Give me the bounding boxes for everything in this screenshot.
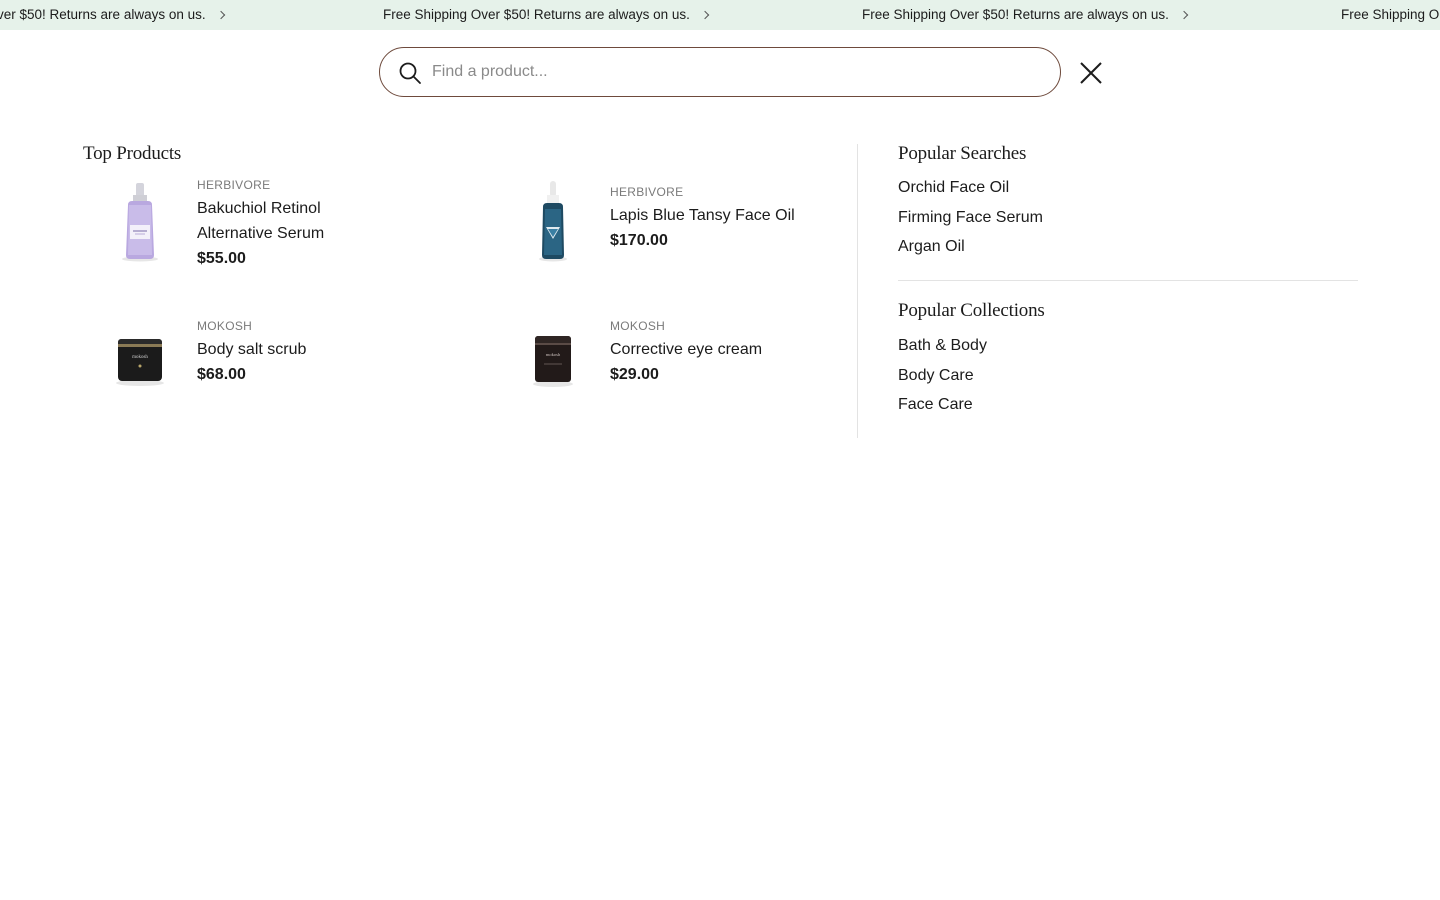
product-name[interactable]: Lapis Blue Tansy Face Oil (610, 203, 830, 228)
popular-search-link[interactable]: Firming Face Serum (898, 203, 1043, 233)
product-price: $55.00 (197, 250, 246, 267)
product-price: $68.00 (197, 366, 246, 383)
popular-collections-list: Bath & Body Body Care Face Care (898, 331, 987, 420)
product-image: mokosh (533, 336, 573, 387)
product-card[interactable]: HERBIVORE Bakuchiol Retinol Alternative … (83, 175, 423, 285)
product-image: mokosh (116, 339, 164, 386)
collection-link[interactable]: Bath & Body (898, 331, 987, 361)
popular-collections-heading: Popular Collections (898, 300, 1045, 321)
chevron-right-icon (700, 10, 710, 20)
product-name[interactable]: Corrective eye cream (610, 337, 830, 362)
announcement-link[interactable]: Free Shipping O (1341, 0, 1439, 30)
product-brand: HERBIVORE (610, 185, 684, 199)
top-products-heading: Top Products (83, 143, 182, 164)
announcement-link[interactable]: Free Shipping Over $50! Returns are alwa… (383, 0, 710, 30)
collection-link[interactable]: Body Care (898, 361, 987, 391)
announcement-link[interactable]: Free Shipping Over $50! Returns are alwa… (862, 0, 1189, 30)
search-icon[interactable] (398, 61, 422, 85)
search-input[interactable] (432, 58, 1032, 86)
close-icon[interactable] (1078, 60, 1104, 86)
product-brand: MOKOSH (197, 319, 253, 333)
product-image (122, 183, 158, 262)
product-card[interactable]: mokosh MOKOSH Body salt scrub $68.00 (83, 316, 423, 426)
svg-text:mokosh: mokosh (546, 352, 561, 357)
chevron-right-icon (1179, 10, 1189, 20)
collection-link[interactable]: Face Care (898, 390, 987, 420)
product-name[interactable]: Bakuchiol Retinol Alternative Serum (197, 196, 417, 246)
product-card[interactable]: HERBIVORE Lapis Blue Tansy Face Oil $170… (496, 175, 836, 285)
popular-searches-list: Orchid Face Oil Firming Face Serum Argan… (898, 173, 1043, 262)
product-brand: MOKOSH (610, 319, 666, 333)
announcement-bar: ver $50! Returns are always on us. Free … (0, 0, 1440, 30)
column-divider (857, 144, 858, 438)
announcement-text: Free Shipping Over $50! Returns are alwa… (862, 7, 1169, 22)
product-price: $29.00 (610, 366, 659, 383)
popular-searches-heading: Popular Searches (898, 143, 1027, 164)
announcement-text: Free Shipping Over $50! Returns are alwa… (383, 7, 690, 22)
announcement-text: ver $50! Returns are always on us. (0, 7, 206, 22)
product-card[interactable]: mokosh MOKOSH Corrective eye cream $29.0… (496, 316, 836, 426)
product-price: $170.00 (610, 232, 668, 249)
product-name-line: Alternative Serum (197, 225, 325, 242)
search-bar (379, 47, 1061, 97)
section-divider (898, 280, 1358, 281)
announcement-text: Free Shipping O (1341, 7, 1440, 22)
announcement-link[interactable]: ver $50! Returns are always on us. (0, 0, 225, 30)
popular-search-link[interactable]: Argan Oil (898, 232, 1043, 262)
product-name-line: Bakuchiol Retinol (197, 200, 321, 217)
product-image (539, 181, 567, 262)
popular-search-link[interactable]: Orchid Face Oil (898, 173, 1043, 203)
chevron-right-icon (216, 10, 225, 20)
product-name[interactable]: Body salt scrub (197, 337, 417, 362)
product-brand: HERBIVORE (197, 178, 271, 192)
svg-text:mokosh: mokosh (132, 355, 148, 360)
